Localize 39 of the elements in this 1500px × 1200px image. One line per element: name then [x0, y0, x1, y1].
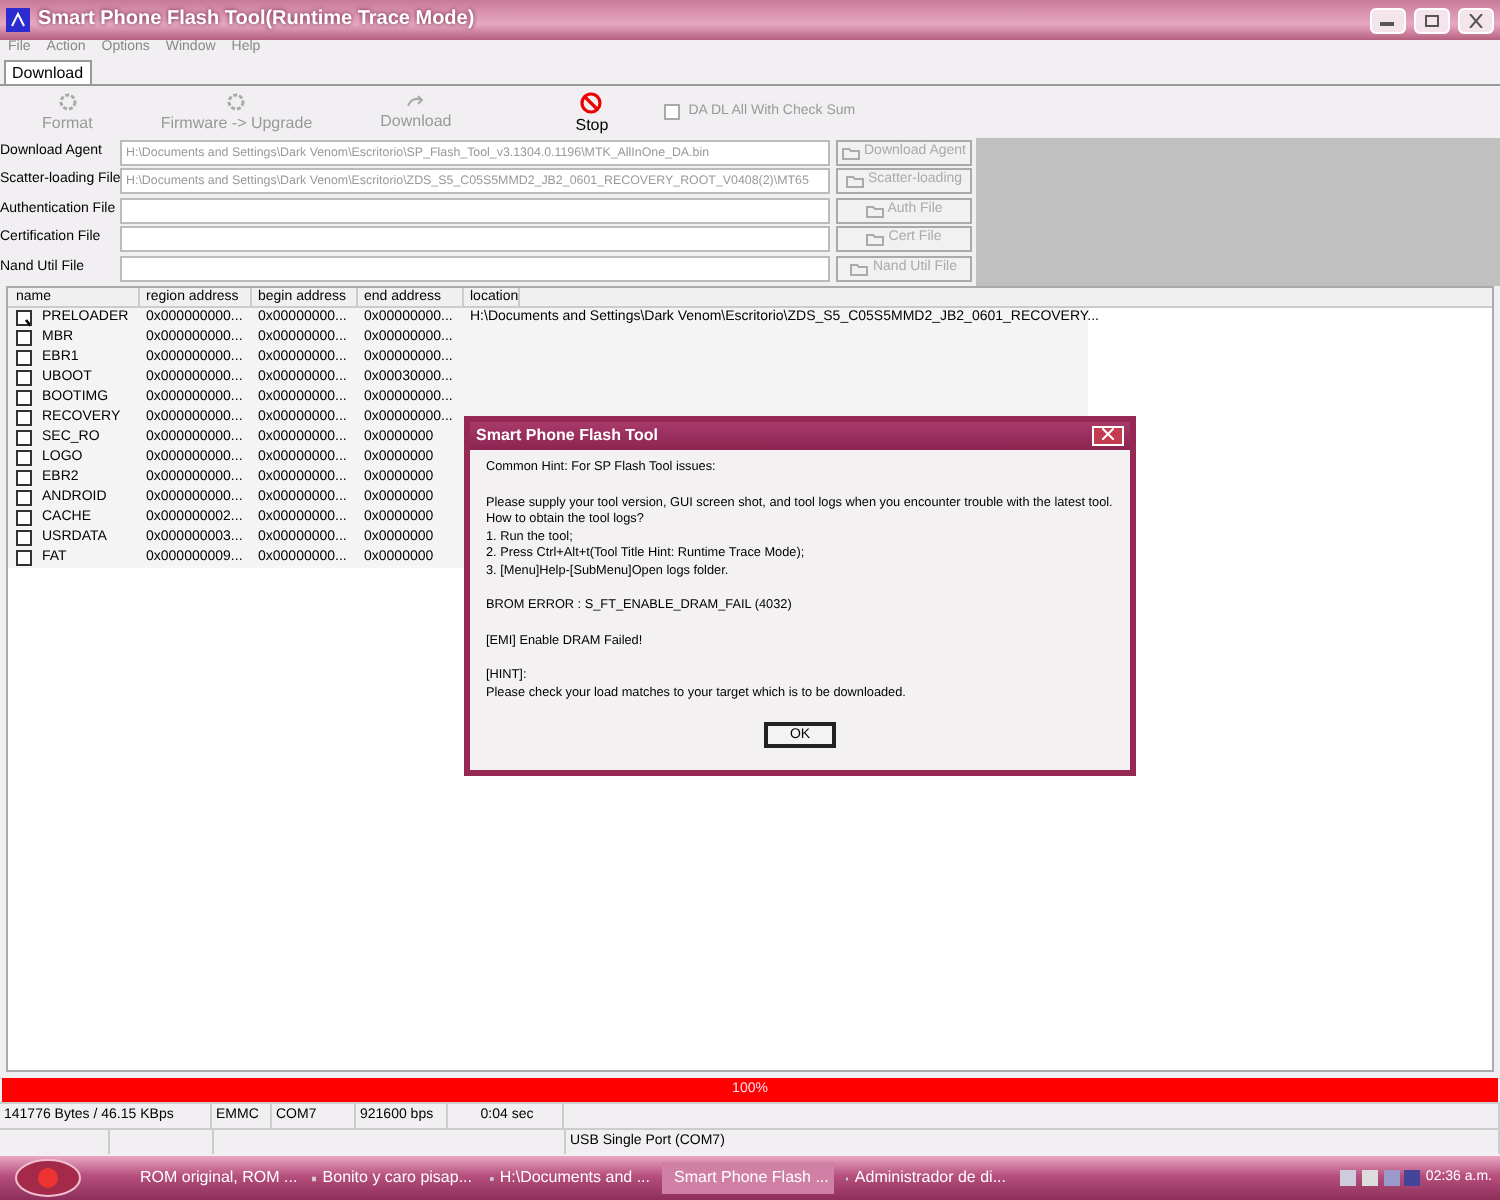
restore-button[interactable]	[1414, 7, 1450, 33]
taskbar-button[interactable]: Administrador de di...	[840, 1162, 1012, 1194]
checkbox[interactable]	[16, 450, 32, 466]
minimize-button[interactable]	[1370, 7, 1406, 33]
file-path-field[interactable]	[120, 226, 830, 252]
tab[interactable]: Download	[4, 60, 92, 84]
stop-icon	[580, 91, 603, 113]
checkbox[interactable]	[16, 490, 32, 506]
checkbox[interactable]	[16, 470, 32, 486]
arrow-icon	[405, 93, 426, 110]
checkbox[interactable]	[16, 350, 32, 366]
dialog-title: Smart Phone Flash Tool	[476, 426, 658, 446]
stop-button[interactable]: Stop	[563, 91, 621, 133]
taskbar-button[interactable]: ROM original, ROM ...	[128, 1162, 300, 1194]
taskbar-button[interactable]: H:\Documents and ...	[484, 1162, 656, 1194]
file-path-field[interactable]	[120, 197, 830, 223]
gear-icon	[57, 92, 78, 112]
app-icon	[6, 8, 30, 32]
checkbox[interactable]	[16, 390, 32, 406]
tray-icons	[1339, 1168, 1420, 1188]
window-title: Smart Phone Flash Tool(Runtime Trace Mode)	[38, 8, 475, 32]
checkbox[interactable]	[16, 410, 32, 426]
close-icon	[1102, 428, 1114, 441]
taskbar-button[interactable]: Bonito y caro pisap...	[306, 1162, 478, 1194]
checkbox[interactable]	[16, 330, 32, 346]
close-button[interactable]	[1458, 7, 1494, 33]
close-icon	[1468, 13, 1484, 28]
checkbox[interactable]	[16, 550, 32, 566]
checkbox[interactable]	[16, 510, 32, 526]
checkbox[interactable]	[16, 530, 32, 546]
checkbox[interactable]	[664, 103, 681, 120]
taskbar-button[interactable]: Smart Phone Flash ...	[662, 1162, 834, 1194]
close-button[interactable]	[1092, 426, 1124, 446]
gear-icon	[226, 92, 247, 112]
restore-icon	[1424, 13, 1440, 28]
file-path-field[interactable]	[120, 255, 830, 281]
checkbox[interactable]	[16, 370, 32, 386]
checkbox[interactable]	[16, 430, 32, 446]
checkbox[interactable]	[16, 310, 32, 326]
